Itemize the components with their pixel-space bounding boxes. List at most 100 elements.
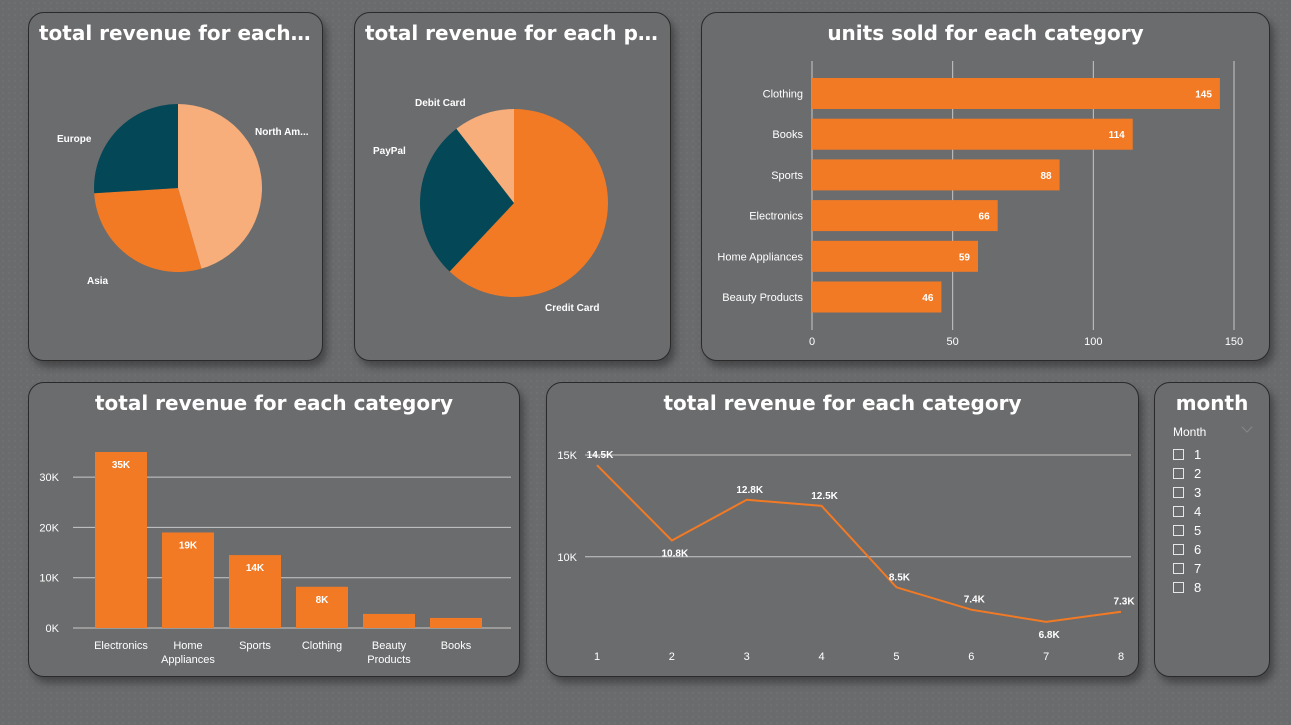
month-option[interactable]: 1 (1173, 445, 1201, 464)
month-option[interactable]: 4 (1173, 502, 1201, 521)
y-tick-label: 10K (39, 573, 59, 585)
pie-slice-label: Credit Card (545, 303, 599, 314)
x-tick-label: 50 (947, 336, 959, 348)
category-revenue-card[interactable]: total revenue for each category 0K 10K 20K… (28, 382, 520, 677)
checkbox[interactable] (1173, 544, 1184, 555)
month-option-label: 7 (1194, 561, 1202, 576)
month-option-label: 8 (1194, 580, 1202, 595)
bar[interactable] (812, 200, 998, 232)
category-label: Products (367, 654, 411, 666)
checkbox[interactable] (1173, 506, 1184, 517)
month-slicer-title: month (1175, 391, 1249, 415)
data-label: 14.5K (587, 450, 614, 461)
data-label: 145 (1195, 90, 1212, 101)
units-sold-bar-chart[interactable]: 0 50 100 150 Clothing 145 Books 114 Sports 88 Elec… (702, 13, 1270, 361)
bar[interactable] (812, 159, 1060, 191)
checkbox[interactable] (1173, 449, 1184, 460)
bar[interactable] (296, 586, 348, 628)
month-option-label: 1 (1194, 447, 1202, 462)
data-label: 19K (179, 540, 198, 551)
category-revenue-bar-chart[interactable]: 0K 10K 20K 30K 35K Electronics 19K Home Applianc… (29, 383, 520, 677)
bar[interactable] (812, 78, 1220, 109)
checkbox[interactable] (1173, 563, 1184, 574)
data-label: 14K (246, 563, 265, 574)
month-option-label: 2 (1194, 466, 1202, 481)
category-label: Home Appliances (717, 251, 803, 263)
category-label: Electronics (94, 640, 148, 652)
data-label: 88 (1040, 171, 1052, 182)
region-revenue-pie-chart[interactable]: North Am... Asia Europe (29, 13, 323, 361)
month-option[interactable]: 6 (1173, 540, 1201, 559)
payment-revenue-card[interactable]: total revenue for each paym... Credit Ca… (354, 12, 671, 361)
pie-slice-label: PayPal (373, 146, 406, 157)
monthly-revenue-line-chart[interactable]: 10K 15K 14.5K 1 10.8K 2 12.8K 3 12.5K 4 8.5K 5 7.4K 6… (547, 383, 1139, 677)
category-label: Appliances (161, 654, 215, 666)
bar[interactable] (812, 240, 978, 272)
data-label: 59 (959, 252, 971, 263)
month-option[interactable]: 5 (1173, 521, 1201, 540)
category-label: Books (441, 640, 472, 652)
revenue-series-line[interactable] (596, 464, 1122, 623)
region-revenue-card[interactable]: total revenue for each re... North Am...… (28, 12, 323, 361)
checkbox[interactable] (1173, 525, 1184, 536)
x-tick-label: 3 (744, 651, 750, 663)
bar[interactable] (812, 118, 1133, 150)
bar[interactable] (95, 452, 147, 628)
data-label: 114 (1109, 130, 1126, 141)
payment-revenue-pie-chart[interactable]: Credit Card PayPal Debit Card (355, 13, 671, 361)
category-label: Beauty (372, 640, 407, 652)
x-tick-label: 8 (1118, 651, 1124, 663)
month-option-label: 6 (1194, 542, 1202, 557)
bar[interactable] (363, 613, 415, 628)
category-label: Books (772, 129, 803, 141)
pie-slice-label: Europe (57, 134, 92, 145)
month-option[interactable]: 7 (1173, 559, 1201, 578)
data-label: 12.8K (736, 485, 763, 496)
month-option-label: 4 (1194, 504, 1202, 519)
category-label: Clothing (302, 640, 342, 652)
month-option-label: 5 (1194, 523, 1202, 538)
month-option[interactable]: 2 (1173, 464, 1201, 483)
month-slicer-list: 1 2 3 4 5 6 7 8 (1173, 445, 1201, 597)
month-option-label: 3 (1194, 485, 1202, 500)
x-tick-label: 7 (1043, 651, 1049, 663)
category-label: Sports (239, 640, 271, 652)
y-tick-label: 0K (46, 623, 60, 635)
y-tick-label: 20K (39, 522, 59, 534)
y-tick-label: 30K (39, 472, 59, 484)
category-label: Clothing (763, 89, 803, 101)
monthly-revenue-card[interactable]: total revenue for each category 10K 15K 14… (546, 382, 1139, 677)
data-label: 8K (316, 595, 330, 606)
x-tick-label: 1 (594, 651, 600, 663)
month-option[interactable]: 8 (1173, 578, 1201, 597)
x-tick-label: 2 (669, 651, 675, 663)
x-tick-label: 150 (1225, 336, 1243, 348)
data-label: 6.8K (1039, 630, 1061, 641)
units-sold-card[interactable]: units sold for each category 0 50 100 150 Cl… (701, 12, 1270, 361)
pie-slice-label: Asia (87, 276, 109, 287)
category-label: Beauty Products (722, 292, 803, 304)
x-tick-label: 0 (809, 336, 815, 348)
y-tick-label: 15K (557, 450, 577, 462)
category-label: Sports (771, 170, 803, 182)
data-label: 7.3K (1113, 597, 1135, 608)
y-tick-label: 10K (557, 552, 577, 564)
x-tick-label: 6 (968, 651, 974, 663)
bar[interactable] (430, 617, 482, 628)
x-tick-label: 5 (893, 651, 899, 663)
checkbox[interactable] (1173, 487, 1184, 498)
pie-slice-label: North Am... (255, 127, 309, 138)
month-option[interactable]: 3 (1173, 483, 1201, 502)
category-label: Home (173, 640, 202, 652)
data-label: 35K (112, 460, 131, 471)
chevron-down-icon[interactable] (1241, 421, 1253, 433)
data-label: 7.4K (964, 595, 986, 606)
month-slicer-card[interactable]: month Month 1 2 3 4 5 6 7 8 (1154, 382, 1270, 677)
checkbox[interactable] (1173, 582, 1184, 593)
pie-slice[interactable] (94, 104, 178, 194)
x-tick-label: 100 (1084, 336, 1102, 348)
category-label: Electronics (749, 211, 803, 223)
checkbox[interactable] (1173, 468, 1184, 479)
month-slicer-header: Month (1173, 425, 1207, 439)
data-label: 46 (922, 293, 934, 304)
